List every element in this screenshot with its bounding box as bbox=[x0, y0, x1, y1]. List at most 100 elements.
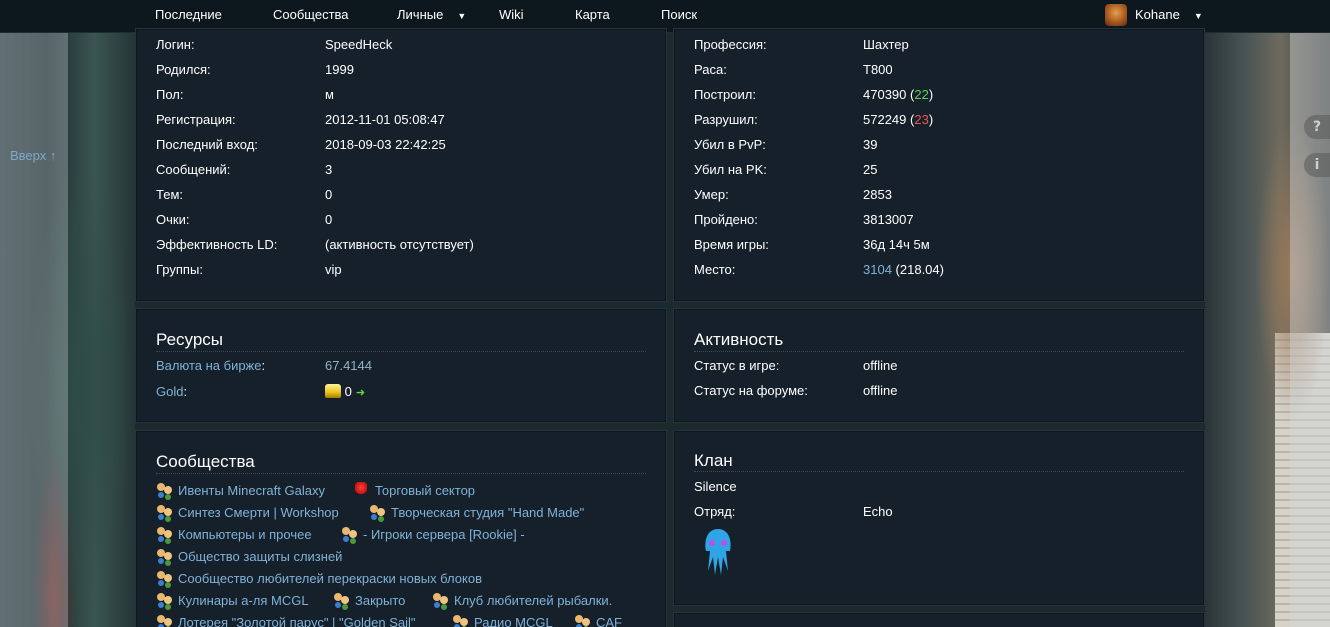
community-link[interactable]: Кулинары а-ля MCGL bbox=[156, 591, 309, 611]
community-label: CAF bbox=[596, 615, 622, 627]
built-label: Построил: bbox=[694, 87, 756, 102]
destroyed-count: 572249 bbox=[863, 112, 907, 127]
community-link[interactable]: Лотерея "Золотой парус" | "Golden Sail" bbox=[156, 613, 416, 627]
profession-label: Профессия: bbox=[694, 37, 767, 52]
race-link[interactable]: T800 bbox=[863, 61, 893, 79]
community-link[interactable]: Сообщество любителей перекраски новых бл… bbox=[156, 569, 482, 589]
community-link[interactable]: CAF bbox=[574, 613, 622, 627]
destroyed-delta: 23 bbox=[914, 112, 929, 127]
community-link[interactable]: Синтез Смерти | Workshop bbox=[156, 503, 339, 523]
group-icon bbox=[156, 526, 174, 542]
activity-panel: Активность Статус в игре: offline Статус … bbox=[673, 308, 1205, 423]
group-vip[interactable]: vip bbox=[325, 261, 342, 279]
community-label: Торговый сектор bbox=[375, 483, 476, 498]
efficiency-label: Эффективность LD: bbox=[156, 237, 278, 252]
exchange-label: Валюта на бирже: bbox=[156, 358, 266, 373]
communities-title: Сообщества bbox=[156, 452, 255, 471]
divider bbox=[694, 471, 1184, 472]
clan-name-link[interactable]: Silence bbox=[694, 478, 737, 496]
community-link[interactable]: Радио MCGL bbox=[452, 613, 553, 627]
groups-label: Группы: bbox=[156, 262, 203, 277]
community-link[interactable]: Компьютеры и прочее bbox=[156, 525, 312, 545]
resources-panel: Ресурсы Валюта на бирже: 67.4144 Gold: 0 ➜ bbox=[135, 308, 667, 423]
community-link[interactable]: Общество защиты слизней bbox=[156, 547, 342, 567]
community-link[interactable]: - Игроки сервера [Rookie] - bbox=[341, 525, 525, 545]
died-value: 2853 bbox=[863, 187, 892, 202]
pvp-label: Убил в PvP: bbox=[694, 137, 766, 152]
reg-label: Регистрация: bbox=[156, 112, 236, 127]
race-label: Раса: bbox=[694, 62, 727, 77]
community-label: Общество защиты слизней bbox=[178, 549, 343, 564]
group-icon bbox=[156, 482, 174, 498]
community-link[interactable]: Ивенты Minecraft Galaxy bbox=[156, 481, 325, 501]
built-count: 470390 bbox=[863, 87, 907, 102]
game-status-value: offline bbox=[863, 358, 898, 373]
profession-link[interactable]: Шахтер bbox=[863, 36, 909, 54]
ribbon-icon bbox=[355, 482, 367, 498]
pvp-value: 39 bbox=[863, 137, 878, 152]
gold-label: Gold: bbox=[156, 384, 188, 399]
user-menu[interactable]: Kohane ▼ bbox=[1135, 7, 1203, 22]
scroll-top-link[interactable]: Вверх ↑ bbox=[10, 148, 56, 163]
nav-recent[interactable]: Последние bbox=[155, 7, 222, 22]
exchange-link[interactable]: Валюта на бирже bbox=[156, 358, 262, 373]
help-icon[interactable]: ? bbox=[1304, 115, 1330, 139]
sex-label: Пол: bbox=[156, 87, 184, 102]
playtime-label: Время игры: bbox=[694, 237, 769, 252]
community-label: Сообщество любителей перекраски новых бл… bbox=[178, 571, 482, 586]
born-label: Родился: bbox=[156, 62, 211, 77]
gold-value: 0 ➜ bbox=[325, 383, 365, 402]
community-label: Творческая студия "Hand Made" bbox=[391, 505, 585, 520]
nav-personal[interactable]: Личные ▼ bbox=[397, 7, 466, 22]
gold-link[interactable]: Gold bbox=[156, 384, 183, 399]
group-icon bbox=[432, 592, 450, 608]
community-link[interactable]: Торговый сектор bbox=[355, 481, 475, 501]
died-label: Умер: bbox=[694, 187, 729, 202]
group-icon bbox=[452, 614, 470, 627]
next-panel bbox=[673, 612, 1205, 627]
nav-search[interactable]: Поиск bbox=[661, 7, 697, 22]
playtime-value: 36д 14ч 5м bbox=[863, 237, 930, 252]
info-icon[interactable]: i bbox=[1304, 153, 1330, 177]
community-link[interactable]: Клуб любителей рыбалки. bbox=[432, 591, 612, 611]
community-label: - Игроки сервера [Rookie] - bbox=[363, 527, 525, 542]
place-label: Место: bbox=[694, 262, 736, 277]
place-score: (218.04) bbox=[895, 262, 944, 277]
group-icon bbox=[156, 504, 174, 520]
chevron-down-icon: ▼ bbox=[1193, 11, 1203, 21]
nav-wiki[interactable]: Wiki bbox=[499, 7, 524, 22]
community-link[interactable]: Закрыто bbox=[333, 591, 405, 611]
built-value: 470390 (22) bbox=[863, 87, 934, 102]
resources-title: Ресурсы bbox=[156, 330, 224, 349]
community-link[interactable]: Творческая студия "Hand Made" bbox=[369, 503, 584, 523]
forum-status-label: Статус на форуме: bbox=[694, 383, 808, 398]
arrow-right-icon[interactable]: ➜ bbox=[356, 387, 365, 399]
points-label: Очки: bbox=[156, 212, 190, 227]
divider bbox=[156, 351, 646, 352]
pk-value: 25 bbox=[863, 162, 878, 177]
squid-emblem-icon bbox=[705, 529, 731, 575]
username: Kohane bbox=[1135, 7, 1180, 22]
topics-link[interactable]: 0 bbox=[325, 186, 332, 204]
squad-value: Echo bbox=[863, 504, 893, 519]
group-icon bbox=[156, 614, 174, 627]
reg-value: 2012-11-01 05:08:47 bbox=[325, 112, 445, 127]
place-link[interactable]: 3104 bbox=[863, 262, 892, 277]
place-value: 3104 (218.04) bbox=[863, 261, 944, 279]
last-login-value: 2018-09-03 22:42:25 bbox=[325, 137, 446, 152]
stats-panel: Профессия: Шахтер Раса: T800 Построил: 4703… bbox=[673, 28, 1205, 302]
nav-communities[interactable]: Сообщества bbox=[273, 7, 349, 22]
game-status-label: Статус в игре: bbox=[694, 358, 780, 373]
community-label: Кулинары а-ля MCGL bbox=[178, 593, 309, 608]
community-label: Ивенты Minecraft Galaxy bbox=[178, 483, 325, 498]
built-delta: 22 bbox=[914, 87, 929, 102]
nav-map[interactable]: Карта bbox=[575, 7, 610, 22]
gold-amount: 0 bbox=[344, 384, 352, 399]
community-label: Радио MCGL bbox=[474, 615, 553, 627]
walked-label: Пройдено: bbox=[694, 212, 758, 227]
walked-value: 3813007 bbox=[863, 212, 914, 227]
activity-title: Активность bbox=[694, 330, 784, 349]
avatar[interactable] bbox=[1105, 4, 1127, 26]
squad-label: Отряд: bbox=[694, 504, 736, 519]
born-value: 1999 bbox=[325, 62, 354, 77]
